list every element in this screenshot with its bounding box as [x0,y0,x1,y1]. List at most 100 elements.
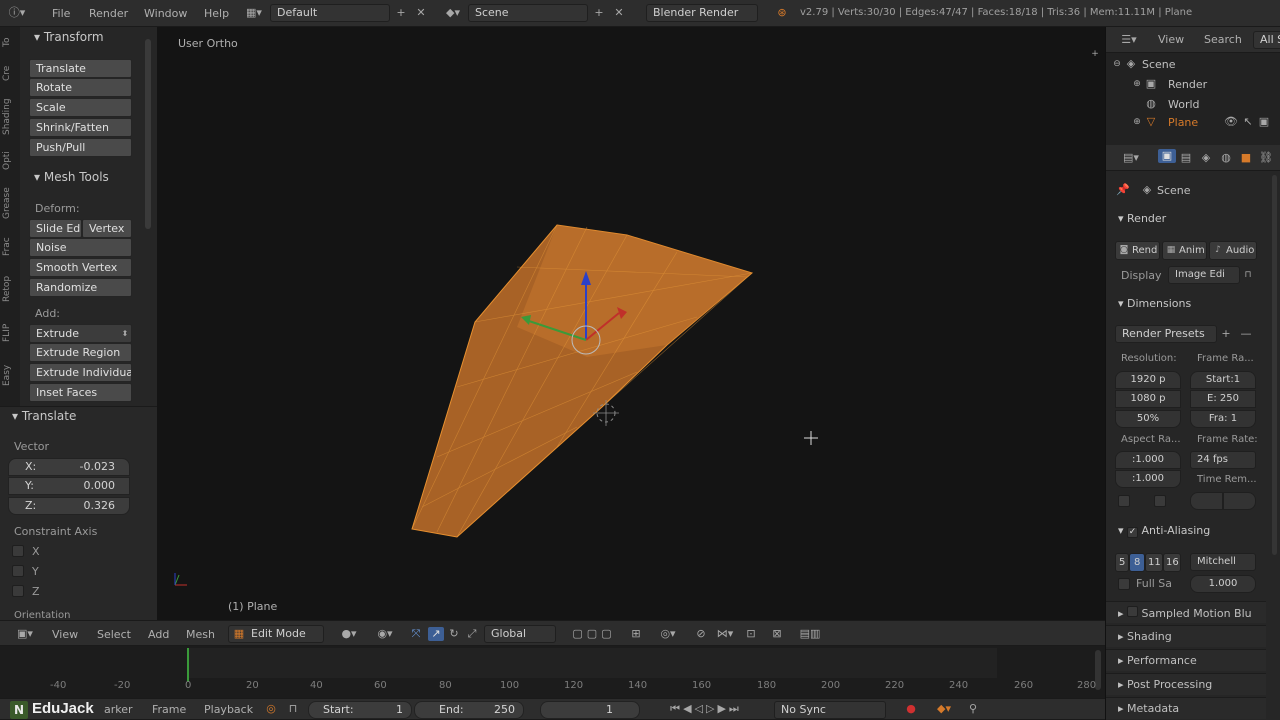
vector-y-field[interactable]: Y: 0.000 [8,477,130,495]
extrude-individual-button[interactable]: Extrude Individual [29,363,132,382]
border-checkbox[interactable] [1118,495,1130,507]
render-context-icon[interactable]: ▣ [1158,149,1176,163]
menu-playback[interactable]: Playback [204,703,253,716]
record-keying-icon[interactable]: ◎ [264,702,278,716]
outliner-item-plane[interactable]: ⊕ ▽ Plane 👁 ↖ ▣ [1132,115,1272,129]
timeline-area[interactable] [0,646,1105,698]
scene-icon[interactable]: ◆▾ [442,6,464,20]
slide-edge-button[interactable]: Slide Ed [29,219,82,238]
menu-marker[interactable]: arker [104,703,133,716]
sync-dropdown[interactable]: No Sync [774,701,886,719]
time-remap-new-field[interactable] [1223,492,1256,510]
time-remap-old-field[interactable] [1190,492,1223,510]
aspect-y-field[interactable]: :1.000 [1115,470,1181,488]
push-pull-button[interactable]: Push/Pull [29,138,132,157]
visibility-icon[interactable]: 👁 [1224,115,1238,129]
menu-file[interactable]: File [52,7,70,20]
render-engine-dropdown[interactable]: Blender Render [646,4,758,22]
randomize-button[interactable]: Randomize [29,278,132,297]
tab-options[interactable]: Opti [2,147,16,175]
noise-button[interactable]: Noise [29,238,132,257]
aa-samples-5[interactable]: 5 [1115,553,1129,572]
tab-fracture[interactable]: Frac [2,231,16,263]
shrink-fatten-button[interactable]: Shrink/Fatten [29,118,132,137]
menu-frame[interactable]: Frame [152,703,186,716]
snap-icon[interactable]: ⊘ [690,627,712,641]
render-restrict-icon[interactable]: ▣ [1258,115,1270,129]
vertex-slide-button[interactable]: Vertex [82,219,132,238]
outliner-view-menu[interactable]: View [1158,33,1184,46]
translate-button[interactable]: Translate [29,59,132,78]
render-panel-header[interactable]: ▾ Render [1118,212,1166,225]
tab-shading[interactable]: Shading [2,93,16,141]
resolution-x-field[interactable]: 1920 p [1115,371,1181,389]
remove-layout-icon[interactable]: ✕ [414,6,428,20]
outliner-filter-dropdown[interactable]: All S [1253,31,1280,49]
collapsed-panel-sampled-motion-blur[interactable]: ▸ Sampled Motion Blu [1106,601,1266,623]
current-frame-marker[interactable] [187,648,189,682]
tab-create[interactable]: Cre [2,59,16,87]
constraint-x-checkbox[interactable] [12,545,24,557]
pin-icon[interactable]: 📌 [1116,183,1130,197]
frame-start-field[interactable]: Start:1 [1190,371,1256,389]
constraint-z-checkbox[interactable] [12,585,24,597]
current-frame-field[interactable]: 1 [540,701,640,719]
rotate-manipulator-icon[interactable]: ↻ [446,627,462,641]
add-scene-icon[interactable]: + [592,6,606,20]
object-context-icon[interactable]: ■ [1238,151,1254,165]
expand-icon[interactable]: ⊕ [1132,115,1142,129]
tab-grease[interactable]: Grease [2,181,16,225]
menu-select[interactable]: Select [97,628,131,641]
occlude-icon[interactable]: ⊞ [628,627,644,641]
vector-z-field[interactable]: Z: 0.326 [8,497,130,515]
tab-tools[interactable]: To [2,31,16,53]
keying-set-icon[interactable]: ◆▾ [930,702,958,716]
manipulator-toggle-icon[interactable]: ⤧ [406,627,426,641]
shading-icon[interactable]: ●▾ [334,627,364,641]
end-frame-field[interactable]: End: 250 [414,701,524,719]
aa-samples-16[interactable]: 16 [1163,553,1181,572]
remove-preset-icon[interactable]: — [1240,327,1252,341]
start-frame-field[interactable]: Start: 1 [308,701,412,719]
keyframe-icon[interactable]: ⚲ [966,702,980,716]
add-preset-icon[interactable]: + [1220,327,1232,341]
dimensions-panel-header[interactable]: ▾ Dimensions [1118,297,1191,310]
frame-rate-dropdown[interactable]: 24 fps [1190,451,1256,469]
vector-x-field[interactable]: X: -0.023 [8,458,130,476]
menu-render[interactable]: Render [89,7,128,20]
smooth-vertex-button[interactable]: Smooth Vertex [29,258,132,277]
screen-layout-field[interactable]: Default [270,4,390,22]
aa-samples-8[interactable]: 8 [1129,553,1145,572]
inset-faces-button[interactable]: Inset Faces [29,383,132,402]
properties-editor-icon[interactable]: ▤▾ [1118,151,1144,165]
render-icon[interactable]: ⊠ [768,627,786,641]
expand-icon[interactable]: ⊕ [1132,77,1142,91]
record-icon[interactable]: ● [904,702,918,716]
add-layout-icon[interactable]: + [394,6,408,20]
aa-size-field[interactable]: 1.000 [1190,575,1256,593]
constraint-y-checkbox[interactable] [12,565,24,577]
anti-aliasing-panel-header[interactable]: ▾ ✓ Anti-Aliasing [1118,524,1210,538]
aspect-x-field[interactable]: :1.000 [1115,451,1181,469]
proportional-edit-icon[interactable]: ◎▾ [654,627,682,641]
select-restrict-icon[interactable]: ↖ [1242,115,1254,129]
menu-add[interactable]: Add [148,628,169,641]
snap-target-icon[interactable]: ⊡ [742,627,760,641]
menu-window[interactable]: Window [144,7,187,20]
tab-retopo[interactable]: Retop [2,269,16,309]
outliner-editor-icon[interactable]: ☰▾ [1116,33,1142,47]
mesh-tools-panel-header[interactable]: ▾ Mesh Tools [34,170,109,184]
orientation-dropdown[interactable]: Global [484,625,556,643]
menu-view[interactable]: View [52,628,78,641]
menu-help[interactable]: Help [204,7,229,20]
render-animation-icon[interactable]: ▤▥ [792,627,828,641]
editor-type-icon[interactable]: ▣▾ [12,627,38,641]
display-lock-icon[interactable]: ⊓ [1242,268,1254,282]
constraint-context-icon[interactable]: ⛓ [1258,151,1274,165]
scale-manipulator-icon[interactable]: ⤢ [464,627,480,641]
aa-samples-11[interactable]: 11 [1145,553,1163,572]
info-icon[interactable]: ⓘ▾ [6,6,28,20]
scene-field[interactable]: Scene [468,4,588,22]
lock-icon[interactable]: ⊓ [286,702,300,716]
anti-aliasing-checkbox-icon[interactable]: ✓ [1127,527,1139,538]
